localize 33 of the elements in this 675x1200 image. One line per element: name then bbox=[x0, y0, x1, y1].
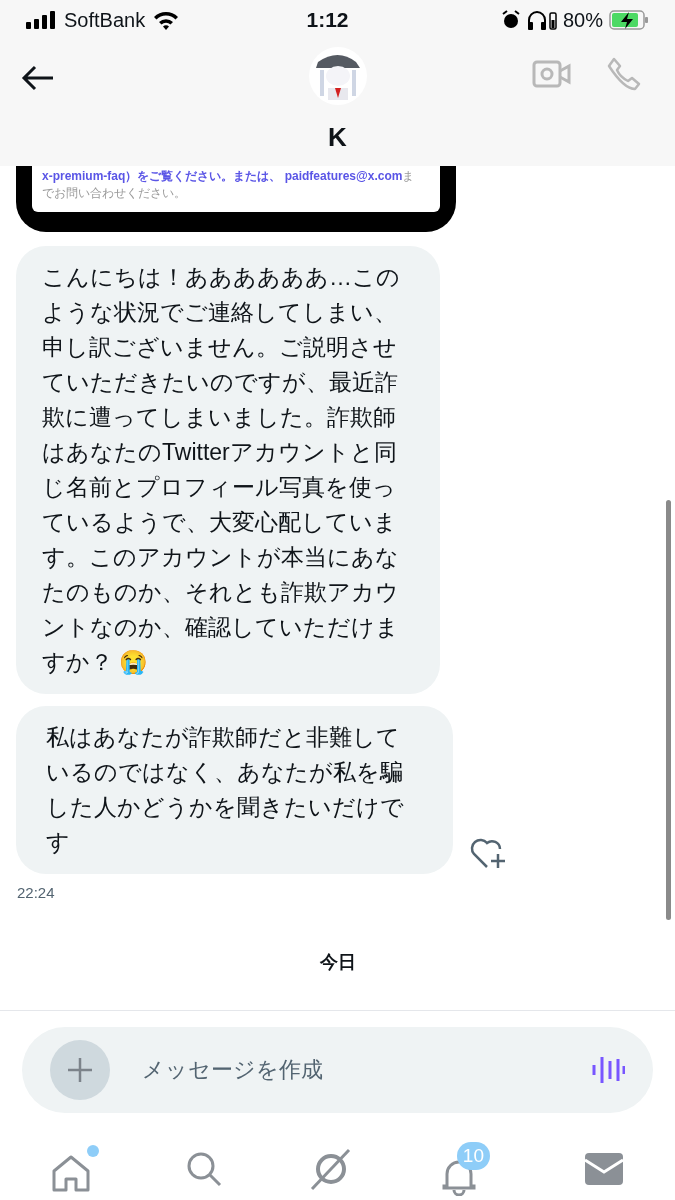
contact-name: K bbox=[328, 121, 347, 154]
envelope-icon bbox=[584, 1151, 625, 1186]
carrier-name: SoftBank bbox=[64, 8, 146, 33]
battery-percent: 80% bbox=[562, 8, 603, 33]
video-camera-icon bbox=[532, 58, 572, 90]
screenshot-text: でお問い合わせください。 bbox=[42, 185, 187, 202]
faq-link-text[interactable]: x-premium-faq）をご覧ください。または、 paidfeatures@x.com bbox=[42, 169, 403, 183]
back-arrow-icon bbox=[21, 65, 55, 91]
video-call-button[interactable] bbox=[532, 58, 572, 90]
notification-count: 10 bbox=[456, 1141, 490, 1170]
signal-icon bbox=[26, 11, 56, 29]
battery-charging-icon bbox=[609, 10, 649, 30]
wifi-icon bbox=[153, 10, 180, 30]
day-divider: 今日 bbox=[319, 950, 356, 974]
phone-call-button[interactable] bbox=[606, 56, 642, 92]
clock-time: 1:12 bbox=[306, 7, 349, 34]
phone-icon bbox=[606, 56, 642, 92]
home-tab[interactable] bbox=[50, 1144, 99, 1193]
plus-icon bbox=[67, 1056, 93, 1083]
message-bubble[interactable]: こんにちは！ああああああ…このような状況でご連絡してしまい、申し訳ございません。ご説明させていただきたいのですが、最近詐欺に遭ってしまいました。詐欺師はあなたのTwitterアカウントと同じ名前とプロフィール写真を使っているようで、大変心配しています。このアカウントが本当にあなたのものか、それとも詐欺アカウントなのか、確認していただけますか？ 😭 bbox=[16, 246, 440, 694]
voice-message-icon[interactable] bbox=[591, 1054, 625, 1085]
message-input-field[interactable]: メッセージを作成 bbox=[22, 1026, 653, 1113]
screenshot-text: ま bbox=[402, 169, 415, 183]
messages-tab[interactable] bbox=[584, 1151, 625, 1186]
avatar[interactable] bbox=[307, 46, 368, 106]
alarm-icon bbox=[500, 10, 521, 30]
message-timestamp: 22:24 bbox=[17, 883, 56, 903]
headphones-icon bbox=[526, 10, 557, 30]
shared-screenshot[interactable]: x-premium-faq）をご覧ください。または、 paidfeatures@x.comま でお問い合わせください。 bbox=[16, 166, 456, 232]
message-bubble[interactable]: 私はあなたが詐欺師だと非難しているのではなく、あなたが私を騙した人かどうかを聞きたいだけです bbox=[16, 706, 453, 874]
heart-plus-icon bbox=[469, 836, 507, 870]
message-input[interactable]: メッセージを作成 bbox=[142, 1053, 559, 1086]
like-button[interactable] bbox=[469, 836, 507, 870]
